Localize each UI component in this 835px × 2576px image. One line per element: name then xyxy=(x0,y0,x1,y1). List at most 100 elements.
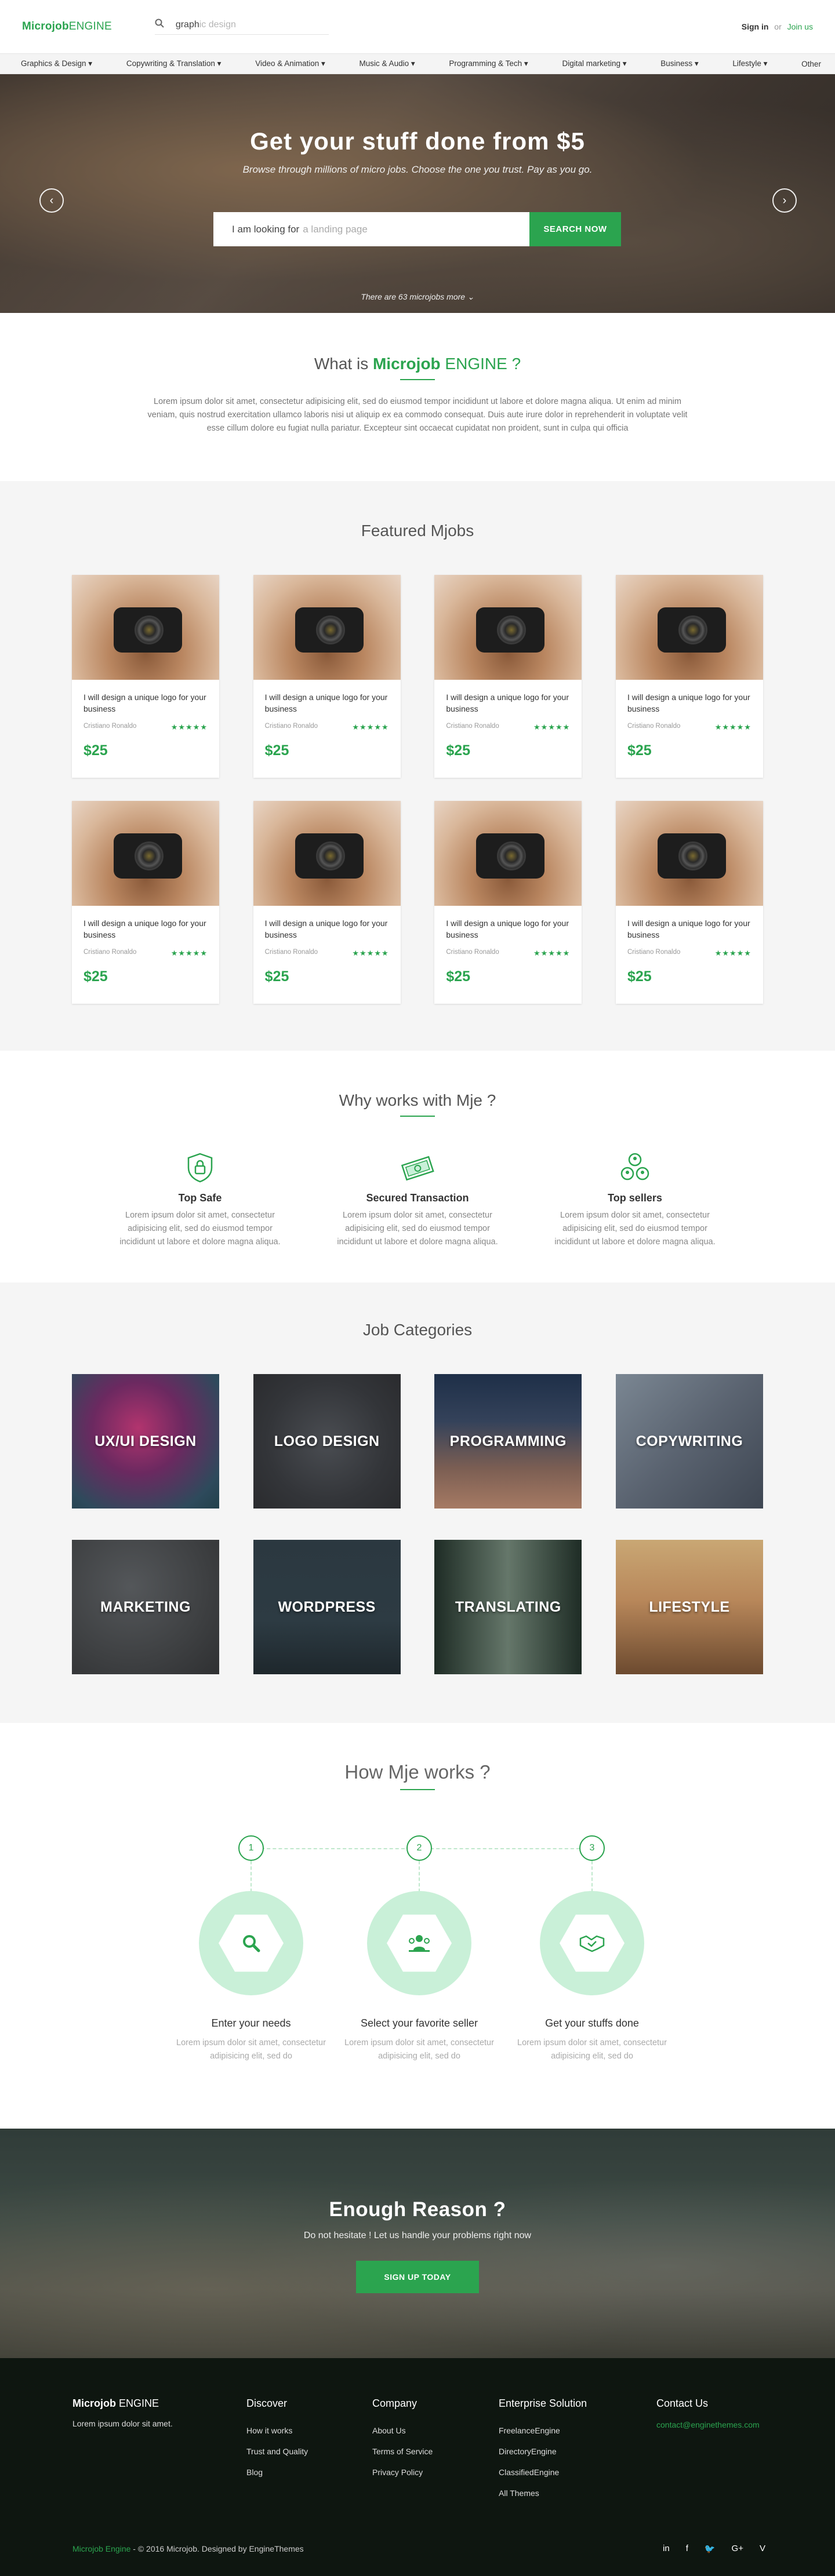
mjob-author[interactable]: Cristiano Ronaldo xyxy=(265,723,318,732)
mjob-author[interactable]: Cristiano Ronaldo xyxy=(84,949,136,958)
search-icon[interactable] xyxy=(155,19,168,31)
mjob-author[interactable]: Cristiano Ronaldo xyxy=(84,723,136,732)
rating-stars-icon: ★★★★★ xyxy=(714,723,752,731)
mjob-author[interactable]: Cristiano Ronaldo xyxy=(265,949,318,958)
mjob-title[interactable]: I will design a unique logo for your bus… xyxy=(434,906,582,941)
mjob-title[interactable]: I will design a unique logo for your bus… xyxy=(72,906,219,941)
mjob-card[interactable]: I will design a unique logo for your bus… xyxy=(434,801,582,1004)
title-underline xyxy=(400,1116,435,1117)
mjob-card[interactable]: I will design a unique logo for your bus… xyxy=(615,801,763,1004)
feature-title: Secured Transaction xyxy=(366,1192,469,1204)
mjob-title[interactable]: I will design a unique logo for your bus… xyxy=(616,680,763,715)
mjob-card[interactable]: I will design a unique logo for your bus… xyxy=(434,575,582,778)
footer-link-terms[interactable]: Terms of Service xyxy=(372,2441,433,2462)
category-wordpress[interactable]: WORDPRESS xyxy=(253,1540,401,1674)
footer-link-directoryengine[interactable]: DirectoryEngine xyxy=(499,2441,587,2462)
cta-banner: Enough Reason ? Do not hesitate ! Let us… xyxy=(0,2129,835,2358)
mjob-thumbnail-camera-image[interactable] xyxy=(253,575,401,680)
footer-link-trust-quality[interactable]: Trust and Quality xyxy=(246,2441,308,2462)
footer-link-blog[interactable]: Blog xyxy=(246,2462,308,2483)
category-ux-ui-design[interactable]: UX/UI DESIGN xyxy=(72,1374,219,1509)
mjob-title[interactable]: I will design a unique logo for your bus… xyxy=(253,906,401,941)
hero-search-input[interactable]: I am looking for a landing page xyxy=(213,212,529,246)
mjob-thumbnail-camera-image[interactable] xyxy=(434,801,582,906)
category-nav: Graphics & Design ▾ Copywriting & Transl… xyxy=(0,53,835,74)
category-marketing[interactable]: MARKETING xyxy=(72,1540,219,1674)
mjob-author[interactable]: Cristiano Ronaldo xyxy=(446,949,499,958)
nav-graphics-design[interactable]: Graphics & Design ▾ xyxy=(21,59,92,68)
footer-link-privacy[interactable]: Privacy Policy xyxy=(372,2462,433,2483)
sign-in-link[interactable]: Sign in xyxy=(742,22,769,31)
category-lifestyle[interactable]: LIFESTYLE xyxy=(615,1540,763,1674)
mjob-price: $25 xyxy=(84,968,108,985)
join-us-link[interactable]: Join us xyxy=(787,22,813,31)
footer-contact-email[interactable]: contact@enginethemes.com xyxy=(656,2420,760,2429)
category-copywriting[interactable]: COPYWRITING xyxy=(615,1374,763,1509)
header-search-input[interactable]: graph xyxy=(176,20,199,30)
featured-section: Featured Mjobs I will design a unique lo… xyxy=(0,481,835,1051)
mjob-thumbnail-camera-image[interactable] xyxy=(615,801,763,906)
category-programming[interactable]: PROGRAMMING xyxy=(434,1374,582,1509)
mjob-thumbnail-camera-image[interactable] xyxy=(615,575,763,680)
step-title: Get your stuffs done xyxy=(545,2017,639,2029)
mjob-thumbnail-camera-image[interactable] xyxy=(72,575,219,680)
nav-digital-marketing[interactable]: Digital marketing ▾ xyxy=(562,59,626,68)
site-logo[interactable]: MicrojobENGINE xyxy=(22,20,112,33)
footer-link-classifiedengine[interactable]: ClassifiedEngine xyxy=(499,2462,587,2483)
google-plus-icon[interactable]: G+ xyxy=(732,2544,743,2554)
or-text: or xyxy=(774,22,782,31)
mjob-card[interactable]: I will design a unique logo for your bus… xyxy=(72,801,219,1004)
more-microjobs-link[interactable]: There are 63 microjobs more ⌄ xyxy=(0,292,835,302)
mjob-author[interactable]: Cristiano Ronaldo xyxy=(627,949,680,958)
mjob-card[interactable]: I will design a unique logo for your bus… xyxy=(253,575,401,778)
about-text: Lorem ipsum dolor sit amet, consectetur … xyxy=(147,397,688,433)
footer-link-all-themes[interactable]: All Themes xyxy=(499,2483,587,2504)
twitter-icon[interactable]: 🐦 xyxy=(705,2544,716,2554)
rating-stars-icon: ★★★★★ xyxy=(170,949,208,957)
step-number: 2 xyxy=(406,1835,432,1861)
search-icon xyxy=(219,1914,284,1972)
mjob-thumbnail-camera-image[interactable] xyxy=(434,575,582,680)
nav-video-animation[interactable]: Video & Animation ▾ xyxy=(255,59,325,68)
users-icon xyxy=(387,1914,452,1972)
mjob-card[interactable]: I will design a unique logo for your bus… xyxy=(72,575,219,778)
nav-lifestyle[interactable]: Lifestyle ▾ xyxy=(732,59,767,68)
sign-up-today-button[interactable]: SIGN UP TODAY xyxy=(356,2261,479,2293)
mjob-title[interactable]: I will design a unique logo for your bus… xyxy=(72,680,219,715)
slider-prev-arrow-icon[interactable]: ‹ xyxy=(39,188,64,213)
step-text: Lorem ipsum dolor sit amet, consectetur … xyxy=(517,2038,667,2061)
vimeo-icon[interactable]: V xyxy=(760,2544,765,2554)
mjob-title[interactable]: I will design a unique logo for your bus… xyxy=(434,680,582,715)
footer-logo[interactable]: Microjob ENGINE xyxy=(72,2398,173,2410)
category-logo-design[interactable]: LOGO DESIGN xyxy=(253,1374,401,1509)
mjob-author[interactable]: Cristiano Ronaldo xyxy=(446,723,499,732)
nav-programming-tech[interactable]: Programming & Tech ▾ xyxy=(449,59,528,68)
title-underline xyxy=(400,379,435,380)
mjob-price: $25 xyxy=(264,742,289,759)
step-title: Enter your needs xyxy=(211,2017,291,2029)
footer-contact: Contact Us contact@enginethemes.com xyxy=(656,2398,760,2429)
nav-other[interactable]: Other xyxy=(801,60,821,68)
mjob-card[interactable]: I will design a unique logo for your bus… xyxy=(253,801,401,1004)
footer-link-how-it-works[interactable]: How it works xyxy=(246,2420,308,2441)
category-translating[interactable]: TRANSLATING xyxy=(434,1540,582,1674)
search-now-button[interactable]: SEARCH NOW xyxy=(529,212,621,246)
slider-next-arrow-icon[interactable]: › xyxy=(772,188,797,213)
mjob-thumbnail-camera-image[interactable] xyxy=(72,801,219,906)
footer-description: Lorem ipsum dolor sit amet. xyxy=(72,2419,173,2428)
mjob-title[interactable]: I will design a unique logo for your bus… xyxy=(253,680,401,715)
nav-music-audio[interactable]: Music & Audio ▾ xyxy=(360,59,415,68)
linkedin-icon[interactable]: in xyxy=(663,2544,670,2554)
footer-link-about[interactable]: About Us xyxy=(372,2420,433,2441)
footer-link-freelanceengine[interactable]: FreelanceEngine xyxy=(499,2420,587,2441)
mjob-thumbnail-camera-image[interactable] xyxy=(253,801,401,906)
footer-heading: Enterprise Solution xyxy=(499,2398,587,2409)
nav-business[interactable]: Business ▾ xyxy=(660,59,698,68)
nav-copywriting-translation[interactable]: Copywriting & Translation ▾ xyxy=(126,59,222,68)
step-1: 1 Enter your needs Lorem ipsum dolor sit… xyxy=(176,1790,326,2063)
mjob-card[interactable]: I will design a unique logo for your bus… xyxy=(615,575,763,778)
mjob-author[interactable]: Cristiano Ronaldo xyxy=(627,723,680,732)
header-search[interactable]: graph ic design xyxy=(154,19,329,35)
facebook-icon[interactable]: f xyxy=(686,2544,688,2554)
mjob-title[interactable]: I will design a unique logo for your bus… xyxy=(616,906,763,941)
